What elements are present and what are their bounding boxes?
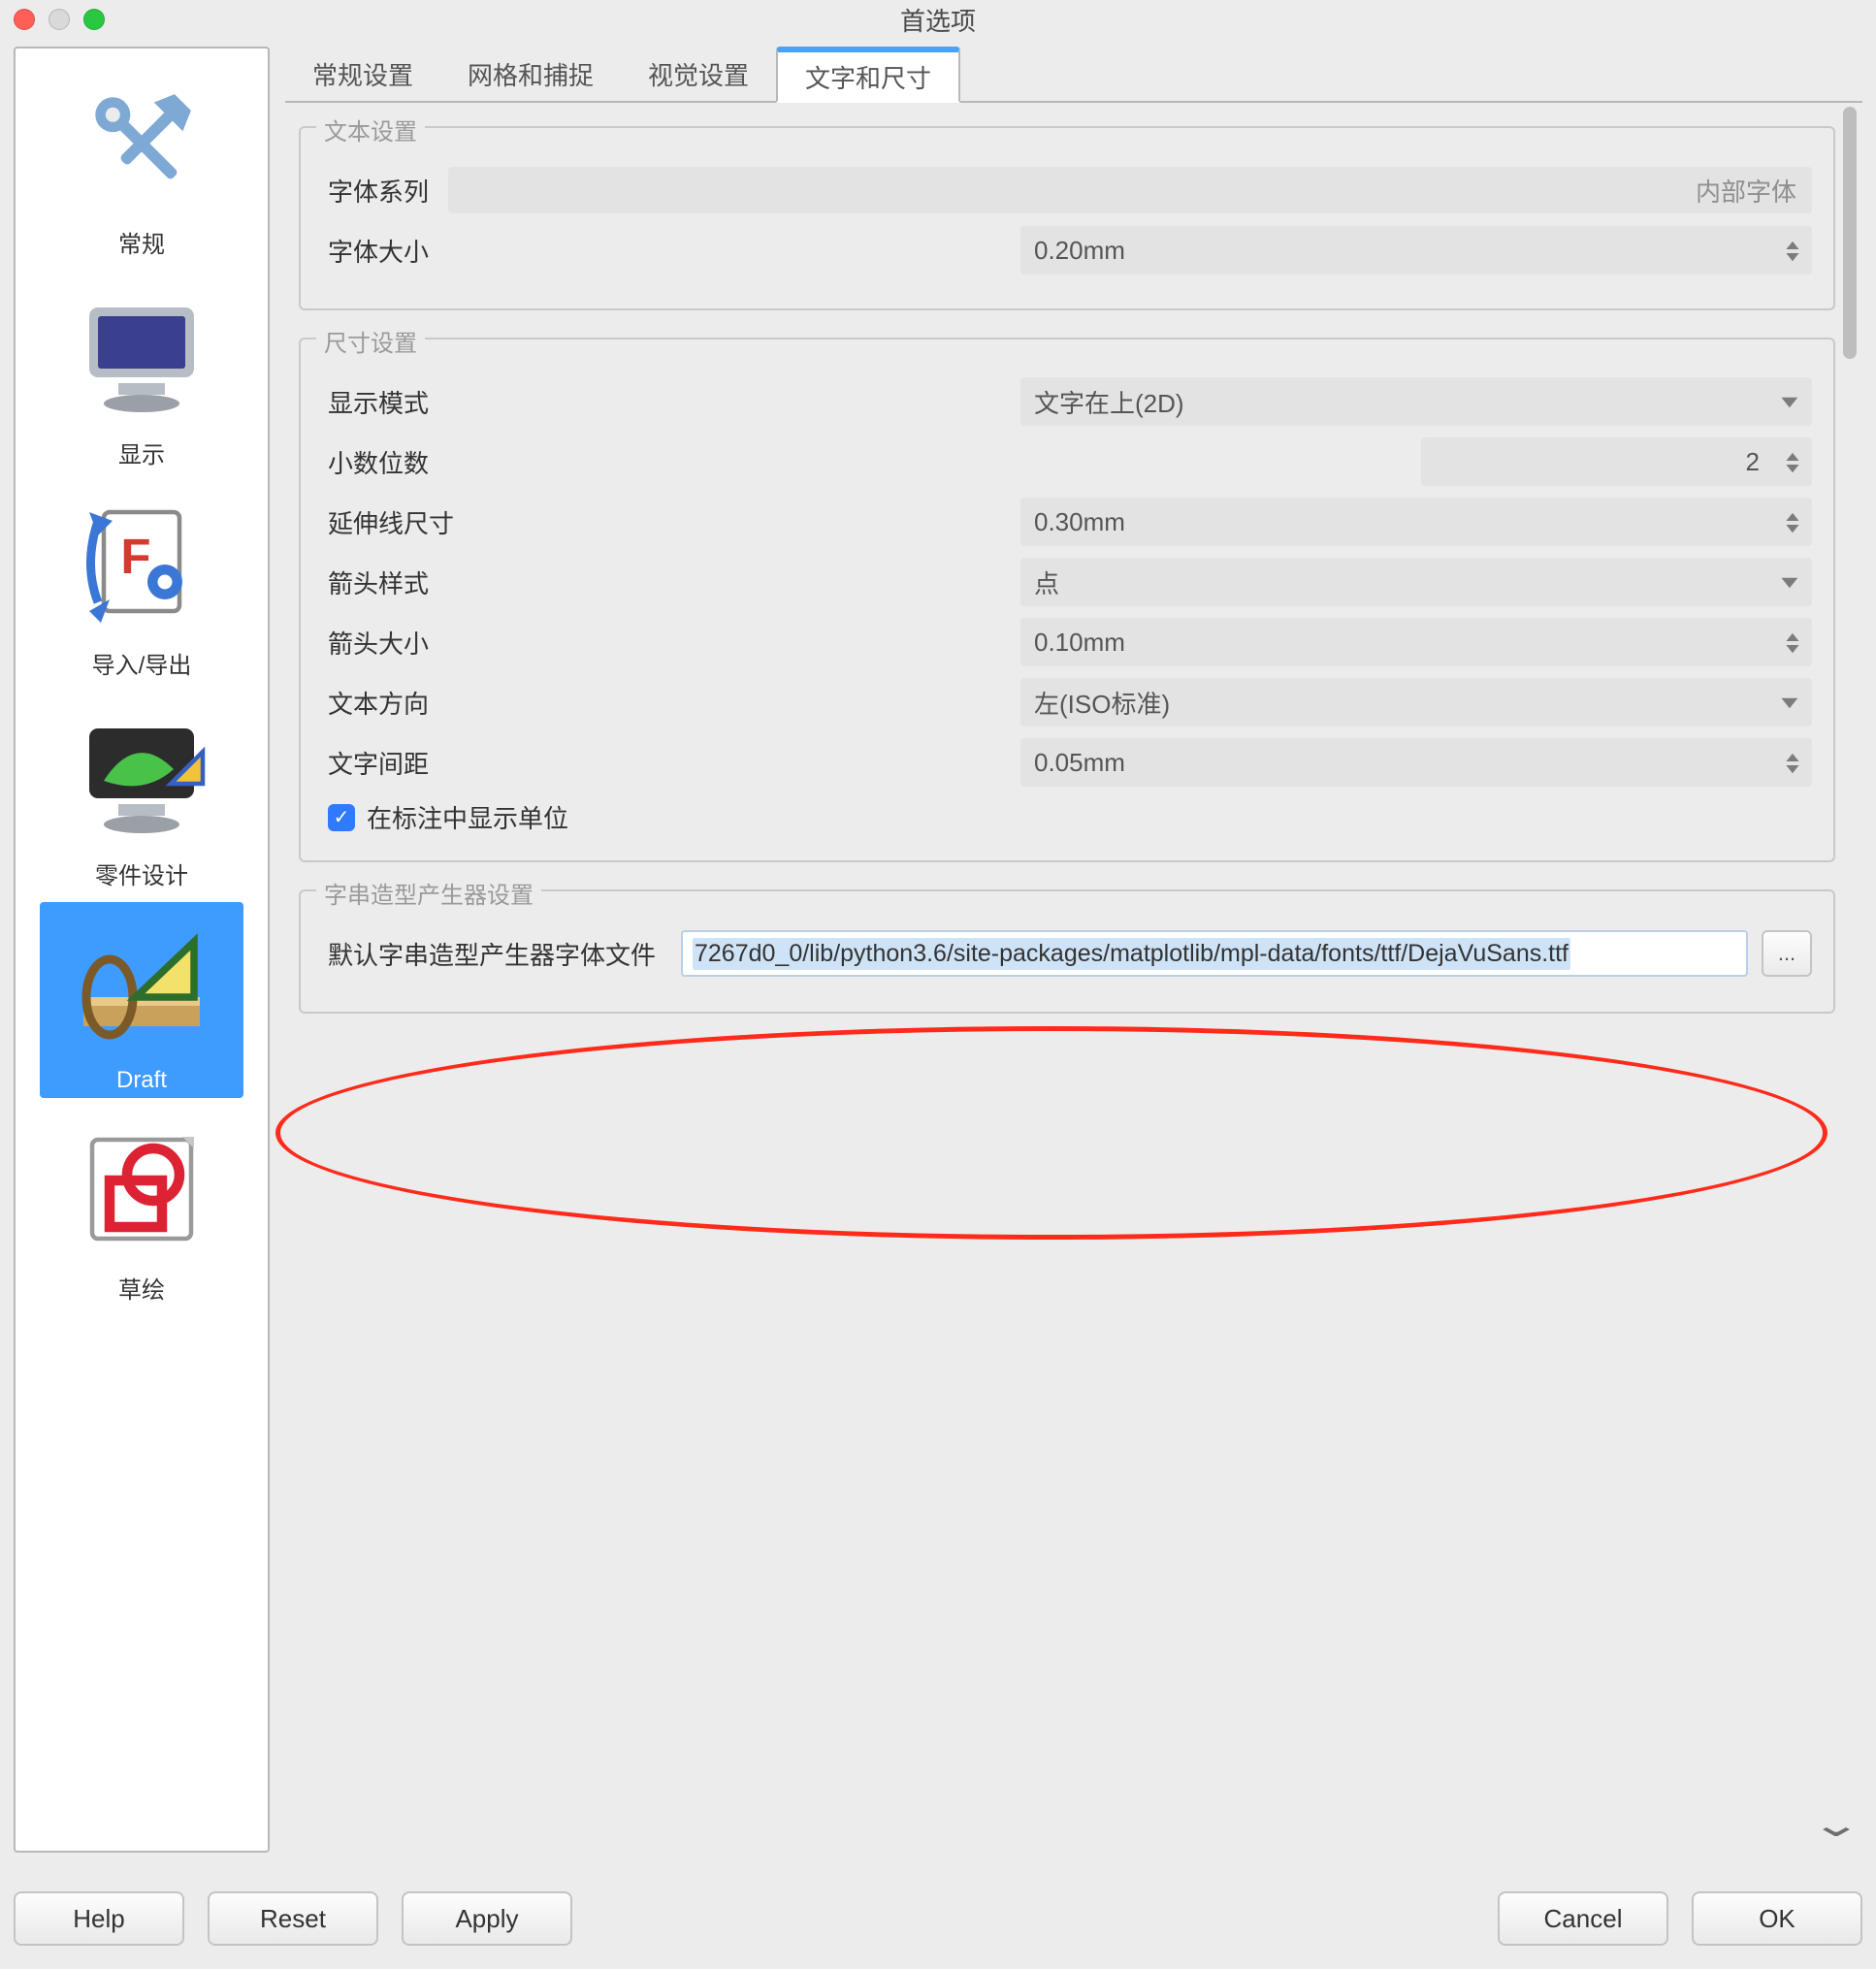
font-file-value: 7267d0_0/lib/python3.6/site-packages/mat… bbox=[693, 938, 1570, 970]
chevron-down-icon: ▼ bbox=[1776, 572, 1804, 593]
group-shapestring-settings: 字串造型产生器设置 默认字串造型产生器字体文件 7267d0_0/lib/pyt… bbox=[299, 889, 1835, 1014]
tab-text-dim[interactable]: 文字和尺寸 bbox=[776, 47, 960, 103]
sidebar-item-label: 零件设计 bbox=[95, 856, 188, 890]
text-spacing-spinner[interactable]: ▲▼ bbox=[1020, 738, 1812, 787]
browse-label: ... bbox=[1778, 941, 1795, 966]
display-mode-value: 文字在上(2D) bbox=[1034, 384, 1184, 420]
arrow-size-label: 箭头大小 bbox=[322, 625, 1020, 661]
font-size-input[interactable] bbox=[1020, 226, 1773, 274]
checkbox-checked-icon: ✓ bbox=[328, 804, 355, 831]
show-unit-checkbox[interactable]: ✓ 在标注中显示单位 bbox=[322, 799, 1812, 835]
text-spacing-input[interactable] bbox=[1020, 738, 1773, 787]
spinner-buttons[interactable]: ▲▼ bbox=[1773, 226, 1812, 274]
arrow-size-spinner[interactable]: ▲▼ bbox=[1020, 618, 1812, 666]
font-family-label: 字体系列 bbox=[322, 173, 448, 209]
sidebar-item-sketch[interactable]: 草绘 bbox=[40, 1106, 243, 1308]
text-dir-label: 文本方向 bbox=[322, 685, 1020, 721]
sidebar-item-import-export[interactable]: F 导入/导出 bbox=[40, 481, 243, 684]
sidebar-item-display[interactable]: 显示 bbox=[40, 271, 243, 473]
draft-icon bbox=[64, 908, 219, 1063]
tab-visual[interactable]: 视觉设置 bbox=[621, 47, 776, 101]
spinner-buttons[interactable]: ▲▼ bbox=[1773, 738, 1812, 787]
monitor-icon bbox=[64, 276, 219, 432]
arrow-style-value: 点 bbox=[1034, 565, 1059, 600]
ext-line-label: 延伸线尺寸 bbox=[322, 504, 1020, 540]
ok-button[interactable]: OK bbox=[1692, 1891, 1862, 1946]
tab-grid-snap[interactable]: 网格和捕捉 bbox=[440, 47, 621, 101]
chevron-down-icon: ▼ bbox=[1776, 693, 1804, 713]
font-size-spinner[interactable]: ▲▼ bbox=[1020, 226, 1812, 274]
sidebar-item-label: 导入/导出 bbox=[92, 646, 192, 680]
font-size-label: 字体大小 bbox=[322, 233, 1020, 269]
help-button[interactable]: Help bbox=[14, 1891, 184, 1946]
sidebar-item-label: Draft bbox=[116, 1067, 167, 1094]
content-area: 常规设置 网格和捕捉 视觉设置 文字和尺寸 文本设置 字体系列 内部字体 字体大… bbox=[285, 47, 1862, 1853]
group-text-settings: 文本设置 字体系列 内部字体 字体大小 ▲▼ bbox=[299, 126, 1835, 310]
spinner-buttons[interactable]: ▲▼ bbox=[1773, 618, 1812, 666]
spinner-buttons[interactable]: ▲▼ bbox=[1773, 437, 1812, 486]
ext-line-input[interactable] bbox=[1020, 498, 1773, 546]
group-legend: 尺寸设置 bbox=[316, 324, 425, 358]
text-dir-value: 左(ISO标准) bbox=[1034, 685, 1170, 721]
tab-general[interactable]: 常规设置 bbox=[285, 47, 440, 101]
text-dir-combo[interactable]: 左(ISO标准) ▼ bbox=[1020, 678, 1812, 726]
cancel-button[interactable]: Cancel bbox=[1498, 1891, 1668, 1946]
ext-line-spinner[interactable]: ▲▼ bbox=[1020, 498, 1812, 546]
window-titlebar: 首选项 bbox=[0, 0, 1876, 39]
sidebar-item-general[interactable]: 常规 bbox=[40, 60, 243, 263]
text-spacing-label: 文字间距 bbox=[322, 745, 1020, 781]
sidebar-item-draft[interactable]: Draft bbox=[40, 902, 243, 1098]
settings-tabs: 常规设置 网格和捕捉 视觉设置 文字和尺寸 bbox=[285, 47, 1862, 103]
svg-text:F: F bbox=[120, 529, 150, 584]
spinner-buttons[interactable]: ▲▼ bbox=[1773, 498, 1812, 546]
group-dimension-settings: 尺寸设置 显示模式 文字在上(2D) ▼ 小数位数 ▲▼ bbox=[299, 338, 1835, 862]
font-file-input[interactable]: 7267d0_0/lib/python3.6/site-packages/mat… bbox=[681, 930, 1748, 977]
group-legend: 字串造型产生器设置 bbox=[316, 876, 541, 910]
sidebar-item-label: 常规 bbox=[118, 225, 165, 259]
font-family-value: 内部字体 bbox=[1696, 173, 1796, 209]
arrow-style-combo[interactable]: 点 ▼ bbox=[1020, 558, 1812, 606]
annotation-ellipse bbox=[275, 1026, 1827, 1240]
scrollbar-thumb[interactable] bbox=[1843, 107, 1857, 359]
apply-button[interactable]: Apply bbox=[402, 1891, 572, 1946]
display-mode-label: 显示模式 bbox=[322, 384, 1020, 420]
display-mode-combo[interactable]: 文字在上(2D) ▼ bbox=[1020, 377, 1812, 426]
decimals-label: 小数位数 bbox=[322, 444, 1421, 480]
category-sidebar: 常规 显示 F bbox=[14, 47, 270, 1853]
decimals-spinner[interactable]: ▲▼ bbox=[1421, 437, 1812, 486]
font-file-label: 默认字串造型产生器字体文件 bbox=[322, 936, 681, 972]
wrench-screwdriver-icon bbox=[64, 66, 219, 221]
dialog-footer: Help Reset Apply Cancel OK bbox=[14, 1891, 1862, 1946]
sidebar-item-label: 显示 bbox=[118, 436, 165, 469]
import-export-icon: F bbox=[64, 487, 219, 642]
sidebar-item-label: 草绘 bbox=[118, 1271, 165, 1305]
chevron-down-icon: ▼ bbox=[1776, 392, 1804, 412]
show-unit-label: 在标注中显示单位 bbox=[367, 799, 568, 835]
sketch-icon bbox=[64, 1112, 219, 1267]
group-legend: 文本设置 bbox=[316, 113, 425, 146]
arrow-style-label: 箭头样式 bbox=[322, 565, 1020, 600]
browse-button[interactable]: ... bbox=[1762, 930, 1812, 977]
arrow-size-input[interactable] bbox=[1020, 618, 1773, 666]
part-design-icon bbox=[64, 697, 219, 853]
window-title: 首选项 bbox=[0, 2, 1876, 38]
sidebar-item-part-design[interactable]: 零件设计 bbox=[40, 692, 243, 894]
scroll-down-indicator-icon: ⌄ bbox=[1810, 1804, 1862, 1845]
font-family-field[interactable]: 内部字体 bbox=[448, 167, 1812, 213]
decimals-input[interactable] bbox=[1421, 437, 1773, 486]
reset-button[interactable]: Reset bbox=[208, 1891, 378, 1946]
